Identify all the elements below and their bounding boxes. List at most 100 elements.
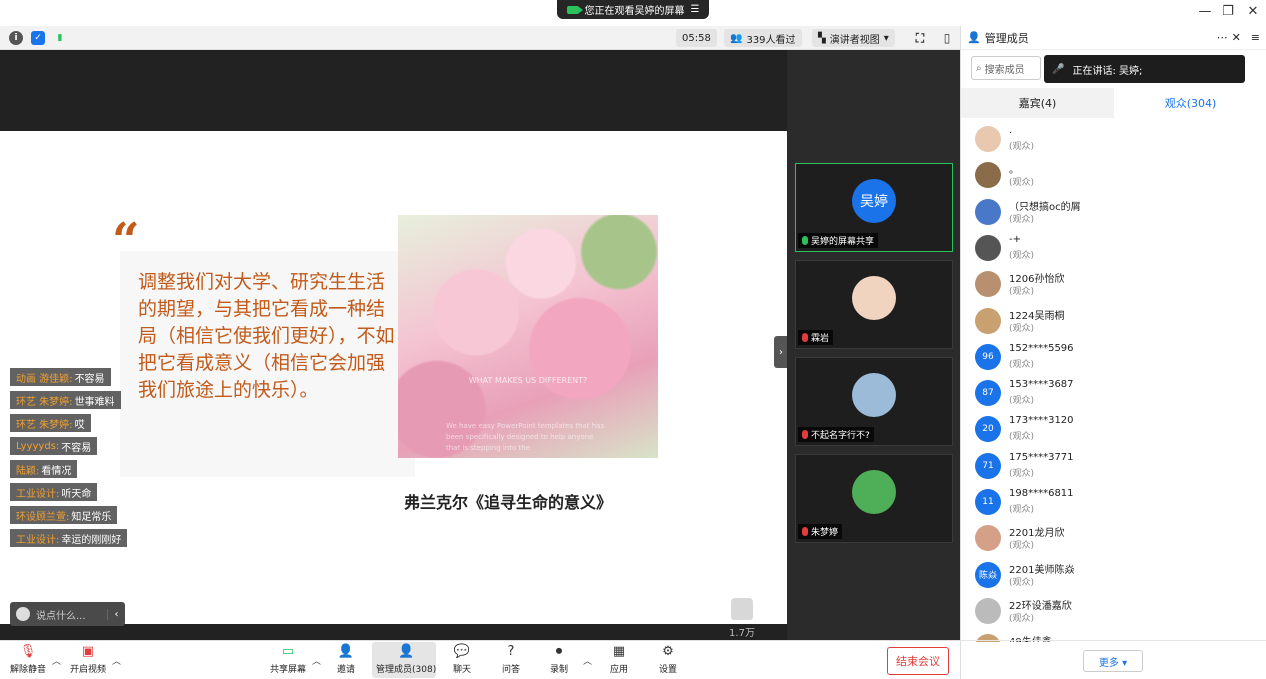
- sidebar-toggle-icon[interactable]: ▯: [940, 31, 954, 45]
- chat-text: 幸运的刚刚好: [61, 534, 122, 546]
- list-item[interactable]: -+ (观众): [975, 231, 1255, 265]
- video-tile[interactable]: 不起名字行不?: [795, 357, 953, 446]
- thumbs-up-icon: [731, 598, 753, 620]
- tile-name: 吴婷的屏幕共享: [811, 237, 875, 247]
- menu-icon[interactable]: ☰: [691, 4, 700, 15]
- fullscreen-icon[interactable]: ⛶: [913, 31, 927, 45]
- emoji-icon[interactable]: [16, 607, 30, 621]
- list-item[interactable]: 11 198****6811 (观众): [975, 485, 1255, 519]
- chat-message: 工业设计: 听天命: [10, 483, 98, 501]
- avatar: 87: [975, 380, 1001, 407]
- qa-label: 问答: [502, 665, 521, 675]
- presentation-slide: “ 调整我们对大学、研究生生活的期望，与其把它看成一种结局（相信它使我们更好），…: [0, 131, 787, 624]
- start-video-button[interactable]: ▣ 开启视频: [70, 643, 107, 676]
- share-banner-text: 您正在观看吴婷的屏幕: [584, 6, 685, 17]
- flower-photo: WHAT MAKES US DIFFERENT? We have easy Po…: [398, 215, 658, 458]
- end-meeting-button[interactable]: 结束会议: [887, 647, 949, 675]
- list-item[interactable]: 2201龙月欣 (观众): [975, 521, 1255, 555]
- avatar: [975, 126, 1001, 152]
- member-name: 198****6811: [1009, 488, 1074, 499]
- info-icon[interactable]: i: [9, 31, 23, 45]
- avatar: [852, 276, 896, 320]
- chevron-left-icon[interactable]: ‹: [107, 608, 125, 620]
- chat-sender: Lyyyyds:: [16, 440, 60, 452]
- record-options-caret[interactable]: ︿: [583, 654, 592, 667]
- tab-guests[interactable]: 嘉宾(4): [961, 88, 1114, 118]
- mic-off-icon: 🎙: [19, 643, 37, 659]
- video-tile[interactable]: 霖岩: [795, 260, 953, 349]
- chat-button[interactable]: 💬 聊天: [453, 643, 471, 676]
- meeting-timer: 05:58: [676, 29, 717, 47]
- list-item[interactable]: 。 (观众): [975, 158, 1255, 192]
- divider: [961, 640, 1266, 641]
- list-item[interactable]: 20 173****3120 (观众): [975, 412, 1255, 446]
- tile-name-tag: 不起名字行不?: [798, 427, 874, 442]
- mic-icon: [802, 333, 808, 342]
- shield-icon[interactable]: ✓: [31, 31, 45, 45]
- member-role: (观众): [1009, 178, 1035, 189]
- list-item[interactable]: 96 152****5596 (观众): [975, 340, 1255, 374]
- book-title: 弗兰克尔《追寻生命的意义》: [404, 493, 613, 512]
- more-options-icon[interactable]: ⋯: [1217, 31, 1228, 44]
- list-item[interactable]: 22环设潘嘉欣 (观众): [975, 594, 1255, 628]
- settings-button[interactable]: ⚙ 设置: [659, 643, 677, 676]
- manage-members-button[interactable]: 👤 管理成员(308): [376, 643, 436, 676]
- list-item[interactable]: 71 175****3771 (观众): [975, 449, 1255, 483]
- unmute-button[interactable]: 🎙 解除静音: [10, 643, 46, 676]
- member-role: (观众): [1009, 250, 1035, 261]
- video-off-icon: ▣: [81, 643, 95, 659]
- view-mode-select[interactable]: ▚ 演讲者视图 ▾: [812, 29, 895, 47]
- chat-sender: 环艺 朱梦婷:: [16, 419, 73, 431]
- photo-caption: We have easy PowerPoint templates that h…: [446, 422, 605, 452]
- invite-button[interactable]: 👤 邀请: [337, 643, 355, 676]
- more-members-button[interactable]: 更多 ▾: [1083, 650, 1143, 672]
- list-item[interactable]: 陈焱 2201美师陈焱 (观众): [975, 558, 1255, 592]
- share-options-caret[interactable]: ︿: [312, 654, 321, 667]
- video-label: 开启视频: [70, 665, 107, 675]
- chat-input[interactable]: 说点什么... ‹: [10, 602, 125, 626]
- member-name: 173****3120: [1009, 415, 1074, 427]
- avatar: 96: [975, 343, 1001, 370]
- member-tabs: 嘉宾(4) 观众(304): [961, 88, 1266, 118]
- member-role: (观众): [1009, 142, 1035, 152]
- share-banner[interactable]: 您正在观看吴婷的屏幕 ☰: [557, 0, 709, 19]
- mic-icon: [802, 236, 808, 245]
- member-search-input[interactable]: ⌕ 搜索成员: [971, 56, 1041, 80]
- chat-message: 动画 游佳颖: 不容易: [10, 368, 111, 386]
- list-item[interactable]: 1224吴雨桐 (观众): [975, 304, 1255, 338]
- record-label: 录制: [550, 665, 569, 675]
- share-screen-icon: ▭: [281, 643, 295, 659]
- tile-name: 朱梦婷: [811, 528, 839, 538]
- list-item[interactable]: 87 153****3687 (观众): [975, 376, 1255, 410]
- member-role: (观众): [1009, 541, 1035, 552]
- like-button[interactable]: 1.7万: [728, 598, 756, 639]
- list-item[interactable]: 1206孙怡欣 (观众): [975, 267, 1255, 301]
- list-item[interactable]: . (观众): [975, 122, 1255, 156]
- restore-button[interactable]: ❐: [1218, 4, 1238, 19]
- audio-options-caret[interactable]: ︿: [52, 654, 61, 667]
- apps-button[interactable]: ▦ 应用: [610, 643, 628, 676]
- tile-name: 不起名字行不?: [811, 431, 870, 441]
- person-icon: 👤: [967, 31, 981, 44]
- share-screen-button[interactable]: ▭ 共享屏幕: [270, 643, 307, 676]
- viewer-count[interactable]: 👥 339人看过: [724, 29, 802, 47]
- minimize-button[interactable]: —: [1195, 4, 1215, 19]
- video-tile[interactable]: 朱梦婷: [795, 454, 953, 543]
- qa-button[interactable]: ? 问答: [502, 643, 521, 676]
- signal-icon[interactable]: ▮: [53, 31, 67, 45]
- panel-menu-icon[interactable]: ≡: [1251, 31, 1260, 44]
- viewer-count-text: 339人看过: [746, 34, 796, 46]
- avatar: 71: [975, 452, 1001, 479]
- member-name: .: [1009, 125, 1013, 136]
- record-button[interactable]: ⏺ 录制: [550, 643, 569, 676]
- video-options-caret[interactable]: ︿: [112, 654, 121, 667]
- close-panel-icon[interactable]: ✕: [1232, 31, 1241, 44]
- collapse-gallery-button[interactable]: ›: [774, 336, 788, 368]
- share-label: 共享屏幕: [270, 665, 307, 675]
- list-item[interactable]: （只想搞oc的屑 (观众): [975, 195, 1255, 229]
- close-button[interactable]: ✕: [1243, 4, 1263, 19]
- tab-audience[interactable]: 观众(304): [1114, 88, 1266, 118]
- video-tile[interactable]: 吴婷 吴婷的屏幕共享: [795, 163, 953, 252]
- avatar: 20: [975, 416, 1001, 443]
- member-role: (观众): [1009, 287, 1035, 298]
